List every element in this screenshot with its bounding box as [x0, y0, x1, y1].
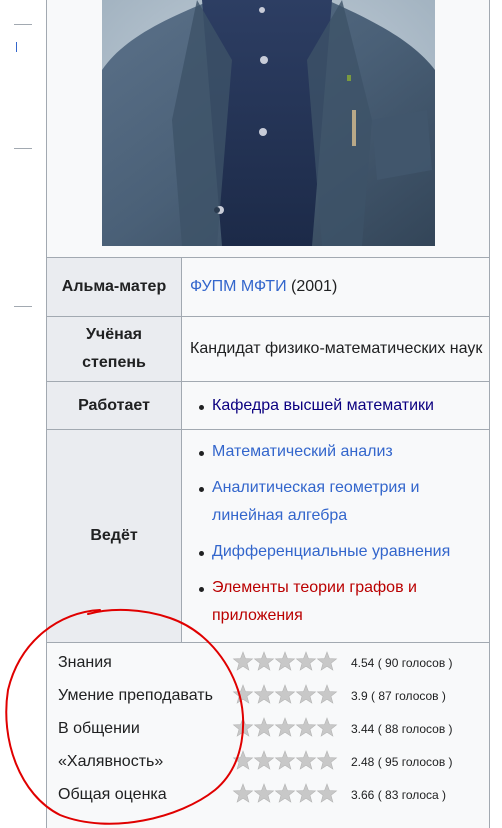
list-item: Дифференциальные уравнения	[199, 538, 483, 566]
star-icon[interactable]	[253, 783, 275, 803]
star-icon[interactable]	[274, 651, 296, 671]
star-icon[interactable]	[253, 651, 275, 671]
course-link[interactable]: Аналитическая геометрия и линейная алгеб…	[212, 479, 419, 524]
row-label: Ведёт	[46, 429, 182, 643]
rating-row: Общая оценка 3.66 ( 83 голоса )	[46, 780, 490, 812]
star-icon[interactable]	[253, 750, 275, 770]
row-label: Альма-матер	[46, 257, 182, 317]
star-icon[interactable]	[274, 750, 296, 770]
row-value: Кафедра высшей математики	[181, 381, 490, 430]
row-alma-mater: Альма-матер ФУПМ МФТИ (2001)	[46, 257, 490, 317]
row-works: Работает Кафедра высшей математики	[46, 381, 490, 430]
row-degree: Учёная степень Кандидат физико-математич…	[46, 316, 490, 382]
list-item: Кафедра высшей математики	[199, 392, 483, 420]
infobox-table: Альма-матер ФУПМ МФТИ (2001) Учёная степ…	[46, 257, 490, 643]
rating-value: 2.48 ( 95 голосов )	[351, 755, 453, 769]
list-item: Элементы теории графов и приложения	[199, 574, 483, 630]
rating-value: 3.66 ( 83 голоса )	[351, 788, 447, 802]
rating-label: «Халявность»	[58, 753, 164, 770]
star-rating[interactable]	[232, 782, 338, 804]
star-rating[interactable]	[232, 749, 338, 771]
department-link[interactable]: Кафедра высшей математики	[212, 397, 434, 414]
star-rating[interactable]	[232, 683, 338, 705]
row-label: Учёная степень	[46, 316, 182, 382]
star-icon[interactable]	[232, 783, 254, 803]
alma-mater-link[interactable]: ФУПМ МФТИ	[190, 278, 287, 295]
star-icon[interactable]	[232, 651, 254, 671]
row-value: ФУПМ МФТИ (2001)	[181, 257, 490, 317]
divider	[14, 148, 32, 149]
rating-label: В общении	[58, 720, 140, 737]
rating-row: В общении 3.44 ( 88 голосов )	[46, 714, 490, 746]
text-cursor-mark	[16, 42, 17, 52]
star-icon[interactable]	[232, 684, 254, 704]
star-icon[interactable]	[295, 684, 317, 704]
rating-label: Знания	[58, 654, 112, 671]
row-label: Работает	[46, 381, 182, 430]
rating-row: «Халявность» 2.48 ( 95 голосов )	[46, 747, 490, 779]
star-icon[interactable]	[232, 750, 254, 770]
star-icon[interactable]	[274, 717, 296, 737]
course-link[interactable]: Математический анализ	[212, 443, 393, 460]
star-icon[interactable]	[274, 783, 296, 803]
rating-value: 3.44 ( 88 голосов )	[351, 722, 453, 736]
star-icon[interactable]	[316, 750, 338, 770]
star-icon[interactable]	[295, 651, 317, 671]
row-value: Кандидат физико-математических наук	[181, 316, 490, 382]
course-link-missing[interactable]: Элементы теории графов и приложения	[212, 579, 417, 624]
star-icon[interactable]	[316, 684, 338, 704]
ratings-panel: Знания 4.54 ( 90 голосов ) Умение препод…	[46, 640, 490, 810]
star-icon[interactable]	[295, 717, 317, 737]
list-item: Математический анализ	[199, 438, 483, 466]
star-icon[interactable]	[295, 750, 317, 770]
portrait-photo[interactable]	[102, 0, 435, 246]
rating-value: 4.54 ( 90 голосов )	[351, 656, 453, 670]
rating-row: Знания 4.54 ( 90 голосов )	[46, 648, 490, 680]
rating-row: Умение преподавать 3.9 ( 87 голосов )	[46, 681, 490, 713]
row-value: Математический анализ Аналитическая геом…	[181, 429, 490, 643]
list-item: Аналитическая геометрия и линейная алгеб…	[199, 474, 483, 530]
star-icon[interactable]	[232, 717, 254, 737]
rating-label: Общая оценка	[58, 786, 167, 803]
star-icon[interactable]	[316, 717, 338, 737]
star-icon[interactable]	[316, 651, 338, 671]
star-icon[interactable]	[253, 684, 275, 704]
rating-value: 3.9 ( 87 голосов )	[351, 689, 446, 703]
row-teaches: Ведёт Математический анализ Аналитическа…	[46, 429, 490, 643]
star-rating[interactable]	[232, 650, 338, 672]
star-icon[interactable]	[295, 783, 317, 803]
star-icon[interactable]	[316, 783, 338, 803]
star-icon[interactable]	[253, 717, 275, 737]
divider	[14, 306, 32, 307]
graduation-year: (2001)	[291, 278, 338, 295]
star-icon[interactable]	[274, 684, 296, 704]
divider	[14, 24, 32, 25]
course-link[interactable]: Дифференциальные уравнения	[212, 543, 450, 560]
rating-label: Умение преподавать	[58, 687, 213, 704]
star-rating[interactable]	[232, 716, 338, 738]
